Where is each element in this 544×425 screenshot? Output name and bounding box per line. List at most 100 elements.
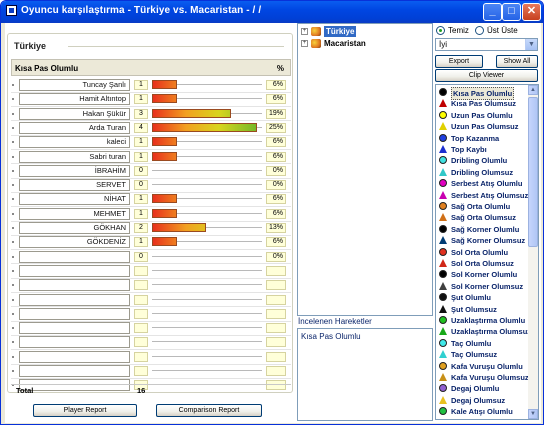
player-name-field[interactable]: GÖKHAN	[19, 222, 130, 234]
event-type-item[interactable]: Serbest Atış Olumlu	[436, 178, 528, 189]
player-count: 1	[134, 194, 148, 205]
player-name-field[interactable]	[19, 322, 130, 335]
clean-radio[interactable]	[436, 26, 445, 35]
maximize-button[interactable]: □	[502, 3, 521, 21]
history-list[interactable]: Kısa Pas Olumlu	[297, 328, 433, 421]
event-type-item[interactable]: Dribling Olumsuz	[436, 167, 528, 178]
row-marker-icon	[12, 155, 14, 158]
player-name-field[interactable]: kaleci	[19, 136, 130, 149]
player-count: 1	[134, 151, 148, 162]
circle-marker-icon	[439, 338, 447, 347]
row-marker-icon	[12, 370, 14, 372]
player-name-field[interactable]	[19, 350, 130, 363]
player-row	[11, 293, 291, 307]
show-all-button[interactable]: Show All	[496, 55, 538, 68]
event-type-item[interactable]: Top Kaybı	[436, 144, 528, 155]
close-button[interactable]: ✕	[522, 3, 541, 21]
event-type-item[interactable]: Sağ Korner Olumsuz	[436, 235, 528, 246]
player-name-field[interactable]: SERVET	[19, 179, 130, 192]
player-count	[134, 366, 148, 376]
title-bar[interactable]: Oyuncu karşılaştırma - Türkiye vs. Macar…	[1, 1, 543, 23]
player-name-field[interactable]: MEHMET	[19, 207, 130, 220]
event-type-item[interactable]: Sol Orta Olumlu	[436, 247, 528, 258]
player-count	[134, 265, 148, 276]
chevron-down-icon[interactable]: ▼	[525, 39, 537, 50]
player-name-field[interactable]	[19, 307, 130, 320]
total-divider	[11, 384, 291, 385]
player-name-field[interactable]	[19, 279, 130, 292]
player-name-field[interactable]: Hakan Şükür	[19, 107, 130, 120]
player-name-field[interactable]: Hamit Altıntop	[19, 93, 130, 106]
event-type-item[interactable]: Şut Olumlu	[436, 292, 528, 303]
player-name-field[interactable]: Sabri turan	[19, 150, 130, 163]
event-type-item[interactable]: Sağ Korner Olumlu	[436, 224, 528, 235]
player-name-field[interactable]: Tuncay Şanlı	[19, 79, 130, 91]
event-type-item[interactable]: Degaj Olumsuz	[436, 395, 528, 406]
player-count: 4	[134, 122, 148, 133]
event-type-label: Sağ Korner Olumlu	[451, 224, 520, 234]
event-type-label: Uzun Pas Olumlu	[451, 110, 513, 120]
minimize-button[interactable]: _	[483, 3, 502, 21]
event-type-item[interactable]: Uzaklaştırma Olumsuz	[436, 326, 531, 337]
player-name-field[interactable]	[19, 264, 130, 277]
event-type-item[interactable]: Top Kazanma	[436, 133, 528, 144]
quality-combo[interactable]: İyi ▼	[435, 38, 538, 51]
export-button[interactable]: Export	[435, 55, 483, 68]
player-percent	[266, 308, 286, 319]
bar-track	[152, 298, 262, 300]
event-type-label: Degaj Olumlu	[451, 384, 500, 394]
event-type-item[interactable]: Degaj Olumlu	[436, 383, 528, 394]
scroll-thumb[interactable]	[528, 97, 538, 247]
event-type-item[interactable]: Kısa Pas Olumlu	[436, 87, 528, 100]
clip-viewer-button[interactable]: Clip Viewer	[435, 69, 538, 82]
player-name-field[interactable]	[19, 293, 130, 306]
event-type-item[interactable]: Taç Olumlu	[436, 338, 528, 349]
event-type-item[interactable]: Şut Olumsuz	[436, 304, 528, 315]
expand-icon[interactable]: +	[301, 40, 308, 47]
event-type-item[interactable]: Serbest Atış Olumsuz	[436, 190, 528, 201]
player-name-field[interactable]: Arda Turan	[19, 121, 130, 134]
history-item[interactable]: Kısa Pas Olumlu	[301, 332, 361, 341]
overlay-radio[interactable]	[475, 26, 484, 35]
event-type-item[interactable]: Dribling Olumlu	[436, 155, 528, 166]
event-type-item[interactable]: Sol Korner Olumsuz	[436, 281, 528, 292]
event-type-item[interactable]: Uzun Pas Olumlu	[436, 110, 528, 121]
minimize-icon: _	[489, 5, 496, 17]
team-tree[interactable]: + Türkiye + Macaristan	[297, 23, 433, 316]
comparison-report-button[interactable]: Comparison Report	[156, 404, 262, 417]
player-name-field[interactable]: NİHAT	[19, 193, 130, 206]
triangle-marker-icon	[439, 395, 447, 404]
event-type-item[interactable]: Kafa Vuruşu Olumsuz	[436, 372, 529, 383]
scroll-up-icon[interactable]: ▲	[528, 85, 538, 95]
event-type-item[interactable]: Kale Atışı Olumlu	[436, 406, 528, 417]
event-type-label: Uzun Pas Olumsuz	[451, 122, 519, 132]
player-count	[134, 351, 148, 362]
event-type-item[interactable]: Uzaklaştırma Olumlu	[436, 315, 528, 326]
player-count: 1	[134, 208, 148, 219]
row-marker-icon	[12, 126, 14, 129]
event-type-item[interactable]: Taç Olumsuz	[436, 349, 528, 360]
event-type-item[interactable]: Sağ Orta Olumlu	[436, 201, 528, 212]
player-name-field[interactable]: GÖKDENİZ	[19, 236, 130, 249]
expand-icon[interactable]: +	[301, 28, 308, 35]
event-list-scrollbar[interactable]: ▲ ▼	[528, 85, 538, 419]
circle-marker-icon	[439, 88, 447, 96]
event-type-item[interactable]: Kısa Pas Olumsuz	[436, 98, 528, 109]
event-type-item[interactable]: Uzun Pas Olumsuz	[436, 121, 528, 132]
event-type-list[interactable]: Kısa Pas Olumlu Kısa Pas Olumsuz Uzun Pas …	[435, 84, 539, 420]
player-name-field[interactable]	[19, 336, 130, 349]
player-report-button[interactable]: Player Report	[33, 404, 137, 417]
event-type-item[interactable]: Sol Orta Olumsuz	[436, 258, 528, 269]
player-percent: 25%	[266, 122, 286, 133]
player-name-field[interactable]: İBRAHİM	[19, 164, 130, 177]
row-marker-icon	[12, 312, 14, 315]
player-row: Arda Turan 4 25%	[11, 121, 291, 135]
player-name-field[interactable]	[19, 365, 130, 377]
player-percent	[266, 280, 286, 291]
event-type-item[interactable]: Sağ Orta Olumsuz	[436, 212, 528, 223]
event-type-item[interactable]: Kafa Vuruşu Olumlu	[436, 361, 528, 372]
player-name-field[interactable]	[19, 250, 130, 263]
scroll-down-icon[interactable]: ▼	[528, 409, 538, 419]
event-type-item[interactable]: Sol Korner Olumlu	[436, 269, 528, 280]
event-type-label: Top Kazanma	[451, 133, 500, 143]
